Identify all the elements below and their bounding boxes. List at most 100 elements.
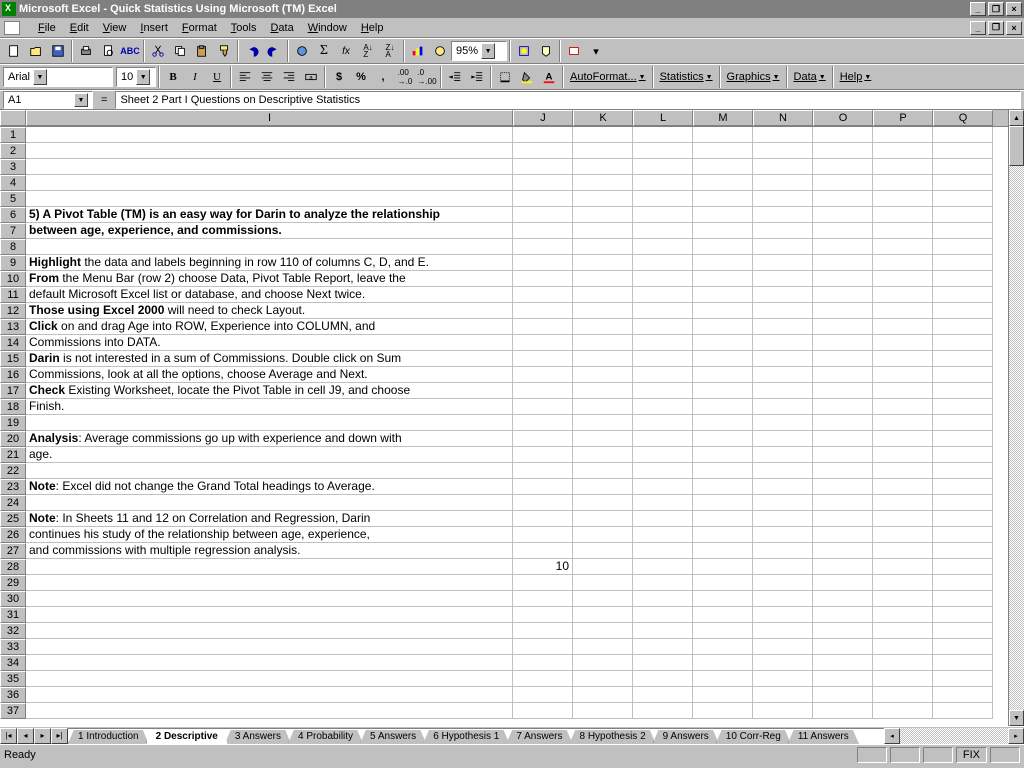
cell[interactable] — [633, 319, 693, 335]
cell[interactable] — [513, 239, 573, 255]
cell[interactable] — [573, 415, 633, 431]
cell[interactable] — [933, 415, 993, 431]
cell[interactable] — [513, 159, 573, 175]
name-box[interactable]: A1▼ — [3, 91, 93, 109]
cell[interactable] — [813, 511, 873, 527]
cell[interactable] — [26, 463, 513, 479]
cell[interactable] — [813, 495, 873, 511]
cell[interactable] — [933, 127, 993, 143]
chart-wizard-button[interactable] — [407, 40, 429, 62]
cell[interactable] — [633, 255, 693, 271]
row-header[interactable]: 12 — [0, 303, 26, 319]
cell[interactable] — [813, 287, 873, 303]
cell[interactable] — [573, 239, 633, 255]
decrease-indent-button[interactable] — [444, 66, 466, 88]
cell[interactable] — [873, 351, 933, 367]
cell[interactable] — [873, 511, 933, 527]
maximize-button[interactable]: ❐ — [988, 2, 1004, 16]
menu-window[interactable]: Window — [301, 20, 354, 36]
cell[interactable] — [873, 671, 933, 687]
function-button[interactable]: fx — [335, 40, 357, 62]
scroll-down-button[interactable]: ▼ — [1009, 710, 1024, 726]
cell[interactable] — [26, 239, 513, 255]
menu-format[interactable]: Format — [175, 20, 224, 36]
vertical-scrollbar[interactable]: ▲ ▼ — [1008, 110, 1024, 726]
sort-desc-button[interactable]: Z↓A — [379, 40, 401, 62]
cell[interactable] — [813, 687, 873, 703]
cell[interactable] — [813, 271, 873, 287]
cell[interactable] — [633, 207, 693, 223]
cell[interactable] — [813, 127, 873, 143]
cell[interactable] — [873, 543, 933, 559]
cell[interactable] — [753, 639, 813, 655]
cell[interactable] — [933, 383, 993, 399]
cell[interactable] — [633, 335, 693, 351]
cell[interactable] — [513, 255, 573, 271]
col-header-M[interactable]: M — [693, 110, 753, 126]
cell[interactable] — [693, 207, 753, 223]
sheet-tab[interactable]: 10 Corr-Reg — [716, 730, 791, 744]
cell[interactable] — [873, 639, 933, 655]
cell[interactable] — [513, 463, 573, 479]
cell[interactable] — [633, 623, 693, 639]
cell[interactable] — [873, 687, 933, 703]
cell[interactable] — [933, 463, 993, 479]
cell[interactable] — [513, 127, 573, 143]
row-header[interactable]: 3 — [0, 159, 26, 175]
cell[interactable] — [633, 591, 693, 607]
cell[interactable] — [513, 479, 573, 495]
cell[interactable] — [513, 431, 573, 447]
cell[interactable] — [573, 623, 633, 639]
cell[interactable] — [633, 479, 693, 495]
cell[interactable] — [26, 607, 513, 623]
cell[interactable] — [933, 607, 993, 623]
cell[interactable] — [813, 479, 873, 495]
cell[interactable] — [633, 703, 693, 719]
cell[interactable] — [573, 303, 633, 319]
cell[interactable] — [693, 527, 753, 543]
cell[interactable] — [933, 591, 993, 607]
undo-button[interactable] — [241, 40, 263, 62]
cell[interactable] — [753, 591, 813, 607]
cell[interactable] — [933, 655, 993, 671]
cell[interactable] — [813, 703, 873, 719]
cell[interactable] — [573, 335, 633, 351]
row-header[interactable]: 5 — [0, 191, 26, 207]
cell[interactable] — [693, 127, 753, 143]
row-header[interactable]: 31 — [0, 607, 26, 623]
menu-help[interactable]: Help — [354, 20, 391, 36]
cell[interactable] — [753, 431, 813, 447]
cell[interactable] — [633, 367, 693, 383]
cell[interactable] — [813, 335, 873, 351]
cell[interactable] — [693, 543, 753, 559]
cell[interactable] — [693, 431, 753, 447]
toolbar-link-autoformat[interactable]: AutoFormat... ▼ — [566, 69, 650, 85]
cell[interactable] — [813, 431, 873, 447]
cell[interactable] — [513, 271, 573, 287]
cell[interactable] — [933, 543, 993, 559]
cell[interactable] — [753, 287, 813, 303]
menu-data[interactable]: Data — [263, 20, 300, 36]
cell[interactable] — [513, 415, 573, 431]
cell[interactable] — [693, 687, 753, 703]
tab-prev-button[interactable]: ◂ — [17, 728, 34, 744]
row-header[interactable]: 14 — [0, 335, 26, 351]
cell[interactable] — [933, 527, 993, 543]
cell[interactable] — [573, 367, 633, 383]
cell[interactable] — [873, 303, 933, 319]
cell[interactable] — [573, 191, 633, 207]
cell[interactable] — [633, 415, 693, 431]
cell[interactable] — [873, 255, 933, 271]
doc-minimize-button[interactable]: _ — [970, 21, 986, 35]
cell[interactable] — [933, 671, 993, 687]
tab-next-button[interactable]: ▸ — [34, 728, 51, 744]
cell[interactable] — [573, 143, 633, 159]
cell[interactable] — [693, 255, 753, 271]
cell[interactable] — [693, 191, 753, 207]
row-header[interactable]: 2 — [0, 143, 26, 159]
cell[interactable] — [873, 495, 933, 511]
cell[interactable] — [693, 271, 753, 287]
cell[interactable] — [873, 575, 933, 591]
cell[interactable] — [753, 303, 813, 319]
toolbar-link-data[interactable]: Data ▼ — [790, 69, 830, 85]
